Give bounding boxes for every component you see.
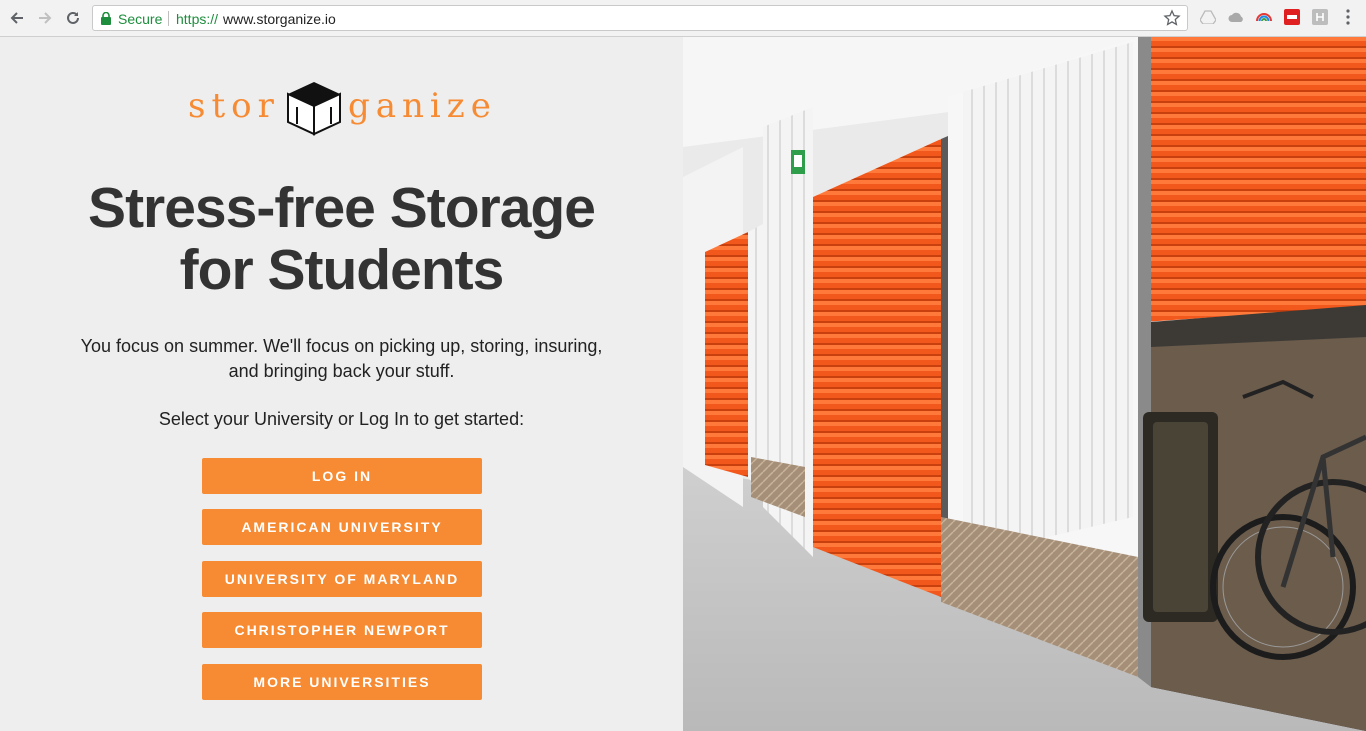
reload-button[interactable] (62, 7, 84, 29)
forward-button[interactable] (34, 7, 56, 29)
back-arrow-icon (10, 12, 23, 24)
hero-subtext: You focus on summer. We'll focus on pick… (0, 334, 683, 384)
extension-red-badge-icon[interactable] (1284, 9, 1300, 25)
lock-icon (101, 12, 111, 25)
extension-gray-square-icon[interactable] (1312, 9, 1328, 25)
url-host: www.storganize.io (223, 11, 336, 27)
extension-rainbow-icon[interactable] (1256, 9, 1272, 25)
landing-page: stor ganize Stress-free Storage for Stud… (0, 37, 1366, 731)
omnibox-divider (168, 11, 169, 26)
logo-text-right: ganize (348, 86, 497, 126)
headline-line-2: for Students (179, 238, 505, 302)
american-university-button[interactable]: AMERICAN UNIVERSITY (202, 509, 482, 545)
more-universities-button[interactable]: MORE UNIVERSITIES (202, 664, 482, 700)
logo-text-left: stor (188, 86, 280, 126)
forward-arrow-icon (39, 12, 52, 24)
secure-label: Secure (118, 11, 163, 27)
university-of-maryland-button[interactable]: UNIVERSITY OF MARYLAND (202, 561, 482, 597)
storganize-logo[interactable]: stor ganize (188, 80, 498, 136)
bookmark-star-icon[interactable] (1163, 9, 1181, 27)
hero-image (683, 37, 1366, 731)
reload-icon (67, 11, 79, 24)
browser-toolbar: Secure https:// www.storganize.io (0, 0, 1366, 37)
hero-panel: stor ganize Stress-free Storage for Stud… (0, 37, 683, 731)
login-button[interactable]: LOG IN (202, 458, 482, 494)
subtext-line-1: You focus on summer. We'll focus on pick… (80, 336, 603, 356)
extension-drive-outline-icon[interactable] (1200, 9, 1216, 25)
address-bar[interactable]: Secure https:// www.storganize.io (92, 5, 1188, 31)
box-logo-icon (287, 82, 341, 136)
extension-cloud-icon[interactable] (1228, 9, 1244, 25)
storage-units-photo-icon (683, 37, 1366, 731)
page-title: Stress-free Storage for Students (0, 177, 683, 301)
url-scheme: https:// (176, 11, 219, 27)
get-started-prompt: Select your University or Log In to get … (158, 409, 525, 429)
headline-line-1: Stress-free Storage (88, 176, 596, 240)
subtext-line-2: and bringing back your stuff. (228, 361, 455, 381)
browser-menu-icon[interactable] (1340, 9, 1356, 25)
back-button[interactable] (6, 7, 28, 29)
christopher-newport-button[interactable]: CHRISTOPHER NEWPORT (202, 612, 482, 648)
